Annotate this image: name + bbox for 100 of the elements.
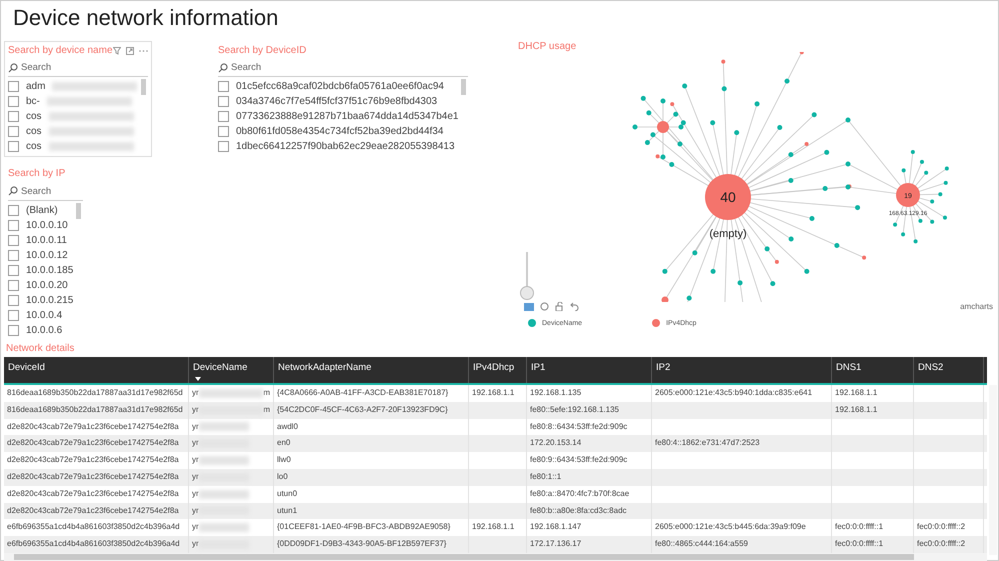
column-header[interactable]: NetworkAdapterName [274,357,469,383]
graph-node [788,152,794,158]
column-header[interactable]: DeviceName [189,357,274,383]
item-label: cos [26,141,42,152]
column-header[interactable]: DeviceId [4,357,189,383]
search-field[interactable]: Search [218,59,468,77]
item-label: cos [26,111,42,122]
undo-icon[interactable] [570,302,579,311]
checkbox[interactable] [8,265,19,276]
slicer-item[interactable]: (Blank) [8,203,74,218]
graph-node [944,166,949,171]
slicer-item[interactable]: cos [8,124,138,139]
slicer-item[interactable]: 10.0.0.4 [8,308,74,323]
slicer-item[interactable]: 10.0.0.6 [8,323,74,338]
slicer-item[interactable]: 07733623888e91287b71baa674dda14d5347b4e1 [218,109,458,124]
slicer-item[interactable]: 1dbec66412257f90bab62ec29eae282055398413 [218,139,458,154]
hub-node [662,296,668,302]
slicer-item[interactable]: 10.0.0.11 [8,233,74,248]
graph-node [914,239,918,244]
checkbox[interactable] [8,250,19,261]
vertical-scrollbar[interactable] [989,385,997,555]
scrollbar-thumb[interactable] [14,554,914,560]
checkbox[interactable] [218,81,229,92]
column-header[interactable]: DNS2 [914,357,984,383]
slicer-item[interactable]: adm [8,79,138,94]
page-title: Device network information [13,4,280,32]
table-cell: yr [189,486,274,503]
blurred-text [198,422,249,432]
graph-node [784,78,790,84]
search-field[interactable]: Search [8,182,84,201]
hub-node [657,121,669,133]
graph-node [722,86,727,92]
expand-icon[interactable] [126,46,134,55]
slicer-item[interactable]: 10.0.0.10 [8,218,74,233]
graph-node [822,186,828,191]
checkbox[interactable] [8,96,19,107]
checkbox[interactable] [8,325,19,336]
scrollbar-thumb[interactable] [140,79,146,95]
slicer-item[interactable]: 10.0.0.185 [8,263,74,278]
slider-thumb[interactable] [520,286,534,300]
column-header[interactable]: IP1 [527,357,652,383]
graph-node [893,222,898,227]
graph-node [824,150,830,155]
hub-node [705,174,751,220]
checkbox[interactable] [8,295,19,306]
graph-node [901,232,906,236]
table-cell: yr m [189,385,274,402]
checkbox[interactable] [8,280,19,291]
scrollbar-thumb[interactable] [461,79,466,95]
search-icon [8,186,18,196]
checkbox[interactable] [8,205,19,216]
graph-node [774,260,779,264]
slicer-item[interactable]: 10.0.0.20 [8,278,74,293]
checkbox[interactable] [218,141,229,152]
blurred-text [198,456,249,466]
slicer-item[interactable]: cos [8,109,138,124]
graph-node [738,280,743,286]
graph-node [682,84,688,88]
item-label: 034a3746c7f7e54ff5fcf37f51c76b9e8fbd4303 [236,96,438,107]
slicer-item[interactable]: 0b80f61fd058e4354c734fcf52ba39ed2bd44f34 [218,124,458,139]
column-header[interactable]: IPv4Dhcp [469,357,527,383]
item-label: 10.0.0.215 [26,295,74,306]
graph-node [804,142,809,146]
filter-icon[interactable] [112,46,121,55]
search-field[interactable]: Search [8,59,148,77]
column-header[interactable]: IP2 [652,357,832,383]
graph-node [804,268,810,274]
checkbox[interactable] [8,81,19,92]
checkbox[interactable] [218,96,229,107]
column-header[interactable]: DNS1 [832,357,914,383]
graph-node [662,268,668,274]
slicer-item[interactable]: cos [8,139,138,154]
node-label: (empty) [709,228,747,240]
graph-node [650,132,656,138]
graph-node [734,130,740,136]
checkbox[interactable] [8,220,19,231]
slicer-item[interactable]: 10.0.0.12 [8,248,74,263]
graph-node [918,218,922,223]
slicer-item[interactable]: 10.0.0.215 [8,293,74,308]
checkbox[interactable] [218,111,229,122]
table-title: Network details [6,343,76,354]
graph-node [710,120,716,126]
slicer-item[interactable]: 034a3746c7f7e54ff5fcf37f51c76b9e8fbd4303 [218,94,458,109]
checkbox[interactable] [8,141,19,152]
scrollbar-thumb[interactable] [76,203,82,219]
blurred-text [198,523,249,532]
checkbox[interactable] [8,235,19,246]
chart-credit: amcharts [960,302,993,311]
graph-node [902,168,906,172]
checkbox[interactable] [218,126,229,137]
checkbox[interactable] [8,126,19,137]
slicer-item[interactable]: 01c5efcc68a9caf02bdcb6fa05761a0ee6f0ac94 [218,79,458,94]
checkbox[interactable] [8,310,19,321]
slicer-item[interactable]: bc- [8,94,138,109]
lock-icon[interactable] [555,302,564,311]
graph-node [660,98,666,104]
graph-node [721,60,726,64]
item-label: 10.0.0.4 [26,310,62,321]
graph-node [910,150,915,154]
checkbox[interactable] [8,111,19,122]
